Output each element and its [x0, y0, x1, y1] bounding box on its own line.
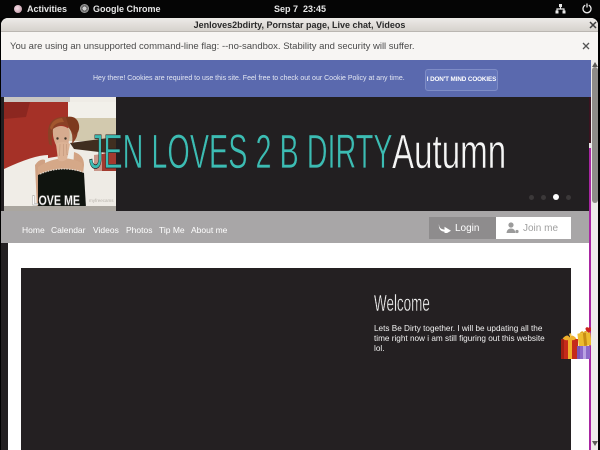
svg-text:myfreecams: myfreecams [89, 198, 114, 203]
svg-text:LOVE ME: LOVE ME [32, 193, 80, 208]
